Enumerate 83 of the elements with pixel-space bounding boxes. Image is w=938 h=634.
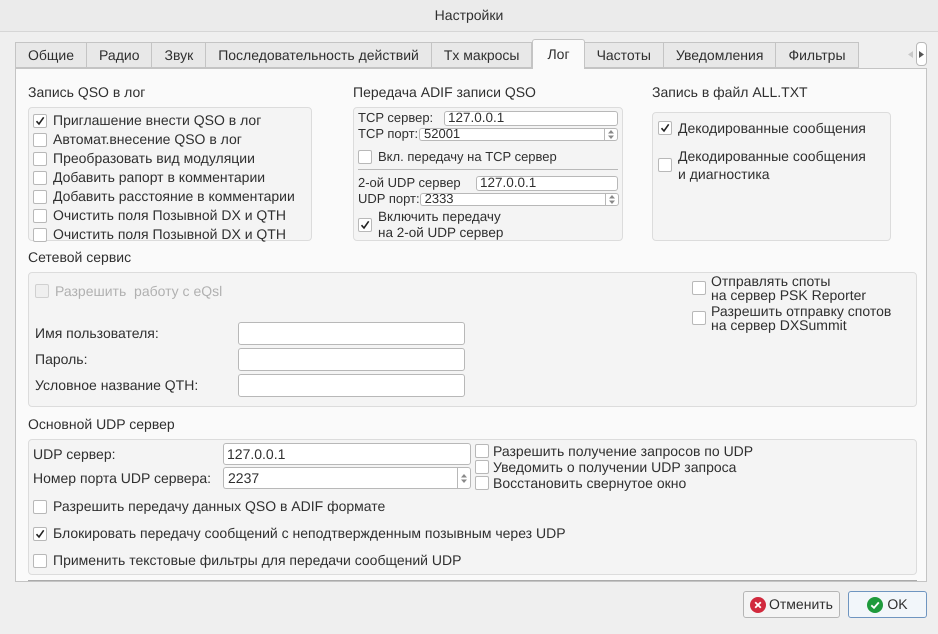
checkbox[interactable] xyxy=(33,500,47,514)
checkbox-label: Вкл. передачу на TCP сервер xyxy=(378,148,557,166)
checkbox-label: Разрешить отправку спотов на сервер DXSummit xyxy=(711,304,892,332)
tab[interactable]: Радио xyxy=(87,42,152,68)
checkbox-label: Декодированные сообщения и диагностика xyxy=(678,147,866,183)
checkbox-label: Уведомить о получении UDP запроса xyxy=(493,459,736,476)
checkbox[interactable] xyxy=(358,218,372,232)
checkbox-label: Декодированные сообщения xyxy=(678,119,866,137)
checkbox[interactable] xyxy=(33,170,47,184)
checkbox[interactable] xyxy=(33,132,47,146)
checkbox[interactable] xyxy=(358,150,372,164)
udp-port-field[interactable]: 2333 xyxy=(420,192,605,206)
checkbox-label: Приглашение внести QSO в лог xyxy=(53,111,262,130)
group-title: Сетевой сервис xyxy=(28,248,132,266)
checkbox[interactable] xyxy=(33,152,47,166)
checkbox-label: Добавить расстояние в комментарии xyxy=(53,187,295,206)
text-field[interactable] xyxy=(238,322,465,345)
field-label: Условное название QTH: xyxy=(35,376,200,395)
tab[interactable]: Уведомления xyxy=(664,42,776,68)
spin-button[interactable] xyxy=(604,128,618,140)
udp-port-field[interactable]: 2237 xyxy=(223,467,457,490)
spin-button[interactable] xyxy=(457,467,471,490)
tab[interactable]: Общие xyxy=(15,42,88,68)
checkbox-label: Разрешить работу с eQsl xyxy=(55,282,222,300)
checkbox[interactable] xyxy=(33,208,47,222)
group-title: Запись QSO в лог xyxy=(28,83,146,102)
field-label: TCP сервер: xyxy=(358,110,434,126)
checkbox-label: Разрешить передачу данных QSO в ADIF формате xyxy=(53,497,386,516)
ok-button[interactable]: OK xyxy=(848,591,927,618)
group-title: Передача ADIF записи QSO xyxy=(353,83,537,102)
field-label: Номер порта UDP сервера: xyxy=(33,468,212,488)
tab[interactable]: Последовательность действий xyxy=(206,42,432,68)
scroll-right-icon[interactable] xyxy=(916,42,927,66)
checkbox-label: Автомат.внесение QSO в лог xyxy=(53,130,242,149)
checkbox-label: Разрешить получение запросов по UDP xyxy=(493,443,754,460)
text-field[interactable] xyxy=(238,374,465,397)
checkbox-label: Очистить поля Позывной DX и QTH xyxy=(53,225,286,244)
checkbox-label: Восстановить свернутое окно xyxy=(493,475,686,492)
checkbox[interactable] xyxy=(33,114,47,128)
field-label: Пароль: xyxy=(35,350,88,369)
window-title: Настройки xyxy=(434,6,504,25)
checkbox[interactable] xyxy=(475,444,489,458)
checkbox[interactable] xyxy=(475,460,489,474)
checkbox[interactable] xyxy=(475,476,489,490)
spin-arrows-icon xyxy=(608,194,615,204)
cancel-button[interactable]: Отменить xyxy=(743,591,840,618)
group-title: Основной UDP сервер xyxy=(28,415,176,434)
check-circle-icon xyxy=(867,596,884,612)
tab[interactable]: Звук xyxy=(152,42,206,68)
checkbox-label: Отправлять споты на сервер PSK Reporter xyxy=(711,274,866,302)
checkbox[interactable] xyxy=(692,311,706,325)
tab[interactable]: Фильтры xyxy=(776,42,859,68)
tab[interactable]: Tx макросы xyxy=(432,42,532,68)
spin-arrows-icon xyxy=(608,130,614,138)
checkbox-label: Включить передачу на 2-ой UDP сервер xyxy=(378,209,504,241)
field-label: Имя пользователя: xyxy=(35,324,160,343)
checkbox-label: Блокировать передачу сообщений с неподтвержденным позывным через UDP xyxy=(53,524,566,544)
checkbox-label: Применить текстовые фильтры для передачи сообщений UDP xyxy=(53,551,462,570)
checkbox[interactable] xyxy=(658,121,672,135)
checkbox-label: Добавить рапорт в комментарии xyxy=(53,168,266,187)
tab[interactable]: Лог xyxy=(532,39,585,69)
checkbox[interactable] xyxy=(33,190,47,204)
text-field[interactable] xyxy=(238,348,465,371)
field-label: UDP сервер: xyxy=(33,444,117,464)
checkbox-label: Преобразовать вид модуляции xyxy=(53,149,255,168)
close-circle-icon xyxy=(750,596,766,612)
group-title: Запись в файл ALL.TXT xyxy=(652,83,809,102)
checkbox[interactable] xyxy=(692,281,706,295)
checkbox-label: Очистить поля Позывной DX и QTH xyxy=(53,206,286,225)
checkbox[interactable] xyxy=(33,228,47,242)
tcp-port-field[interactable]: 52001 xyxy=(419,128,604,140)
tab[interactable]: Частоты xyxy=(584,42,664,68)
udp-server-field[interactable]: 127.0.0.1 xyxy=(476,176,618,190)
field-label: TCP порт: xyxy=(358,126,419,142)
field-label: UDP порт: xyxy=(358,191,420,207)
checkbox[interactable] xyxy=(33,526,47,541)
spin-arrows-icon xyxy=(461,474,467,483)
udp-server-field[interactable]: 127.0.0.1 xyxy=(223,443,471,466)
checkbox[interactable] xyxy=(658,158,672,172)
field-label: 2-ой UDP сервер xyxy=(358,175,462,191)
tcp-server-field[interactable]: 127.0.0.1 xyxy=(444,110,618,126)
spin-button[interactable] xyxy=(604,192,619,206)
checkbox[interactable] xyxy=(33,554,47,568)
